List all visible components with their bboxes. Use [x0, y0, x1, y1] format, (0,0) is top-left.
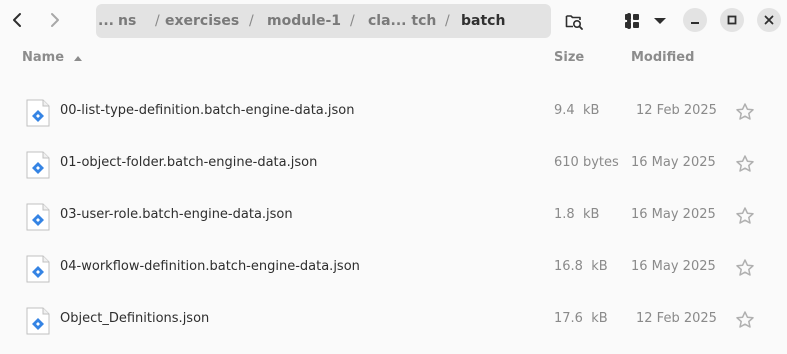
file-size: 17.6 kB: [554, 311, 608, 326]
file-row[interactable]: 04-workflow-definition.batch-engine-data…: [0, 242, 787, 294]
chevron-down-icon: [654, 18, 666, 24]
file-modified: 16 May 2025: [631, 207, 716, 222]
file-row[interactable]: 01-object-folder.batch-engine-data.json …: [0, 138, 787, 190]
star-icon[interactable]: [735, 206, 755, 226]
file-size: 1.8 kB: [554, 207, 600, 222]
sort-ascending-icon: [73, 55, 82, 61]
chevron-right-icon: [51, 13, 59, 27]
json-file-icon: [26, 151, 50, 179]
column-header-size[interactable]: Size: [554, 50, 584, 68]
json-file-icon: [26, 99, 50, 127]
json-file-icon: [26, 307, 50, 335]
star-icon[interactable]: [735, 102, 755, 122]
file-name: 00-list-type-definition.batch-engine-dat…: [60, 103, 355, 118]
json-file-icon: [26, 203, 50, 231]
json-file-icon: [26, 255, 50, 283]
file-size: 9.4 kB: [554, 103, 600, 118]
file-size: 610 bytes: [554, 155, 619, 170]
file-name: 04-workflow-definition.batch-engine-data…: [60, 259, 360, 274]
grid-view-icon: [625, 14, 639, 28]
column-header-name[interactable]: Name: [22, 50, 83, 68]
breadcrumb-separator: /: [249, 13, 254, 29]
folder-search-icon: [565, 15, 583, 30]
close-button[interactable]: [757, 8, 781, 32]
column-header-name-label: Name: [22, 50, 65, 65]
file-row[interactable]: 00-list-type-definition.batch-engine-dat…: [0, 86, 787, 138]
column-header-modified[interactable]: Modified: [631, 50, 694, 68]
file-name: Object_Definitions.json: [60, 311, 210, 326]
search-button[interactable]: [562, 9, 586, 33]
breadcrumb-item-ns[interactable]: ns: [118, 4, 136, 38]
file-row[interactable]: 03-user-role.batch-engine-data.json 1.8 …: [0, 190, 787, 242]
breadcrumb: ... ns / exercises / module-1 / cla... t…: [96, 4, 631, 38]
star-icon[interactable]: [735, 258, 755, 278]
breadcrumb-item-collapsed[interactable]: cla... tch: [368, 4, 436, 38]
file-name: 01-object-folder.batch-engine-data.json: [60, 155, 318, 170]
file-row[interactable]: Object_Definitions.json 17.6 kB 12 Feb 2…: [0, 294, 787, 346]
view-toggle-button[interactable]: [620, 9, 644, 33]
breadcrumb-separator: /: [350, 13, 355, 29]
breadcrumb-separator: /: [155, 13, 160, 29]
minimize-button[interactable]: [683, 8, 707, 32]
close-icon: [764, 15, 774, 25]
file-modified: 12 Feb 2025: [636, 311, 717, 326]
maximize-icon: [727, 15, 737, 25]
breadcrumb-item-current[interactable]: batch: [461, 4, 505, 38]
maximize-button[interactable]: [720, 8, 744, 32]
file-size: 16.8 kB: [554, 259, 608, 274]
forward-button[interactable]: [40, 5, 70, 35]
back-button[interactable]: [2, 5, 32, 35]
file-name: 03-user-role.batch-engine-data.json: [60, 207, 293, 222]
view-options-button[interactable]: [648, 9, 672, 33]
star-icon[interactable]: [735, 310, 755, 330]
minimize-icon: [691, 22, 699, 24]
star-icon[interactable]: [735, 154, 755, 174]
chevron-left-icon: [13, 13, 21, 27]
file-modified: 16 May 2025: [631, 155, 716, 170]
breadcrumb-item-exercises[interactable]: exercises: [165, 4, 239, 38]
header-bar: ... ns / exercises / module-1 / cla... t…: [0, 0, 787, 42]
breadcrumb-overflow[interactable]: ...: [98, 4, 114, 38]
file-modified: 12 Feb 2025: [636, 103, 717, 118]
breadcrumb-item-module-1[interactable]: module-1: [267, 4, 341, 38]
file-modified: 16 May 2025: [631, 259, 716, 274]
breadcrumb-separator: /: [445, 13, 450, 29]
